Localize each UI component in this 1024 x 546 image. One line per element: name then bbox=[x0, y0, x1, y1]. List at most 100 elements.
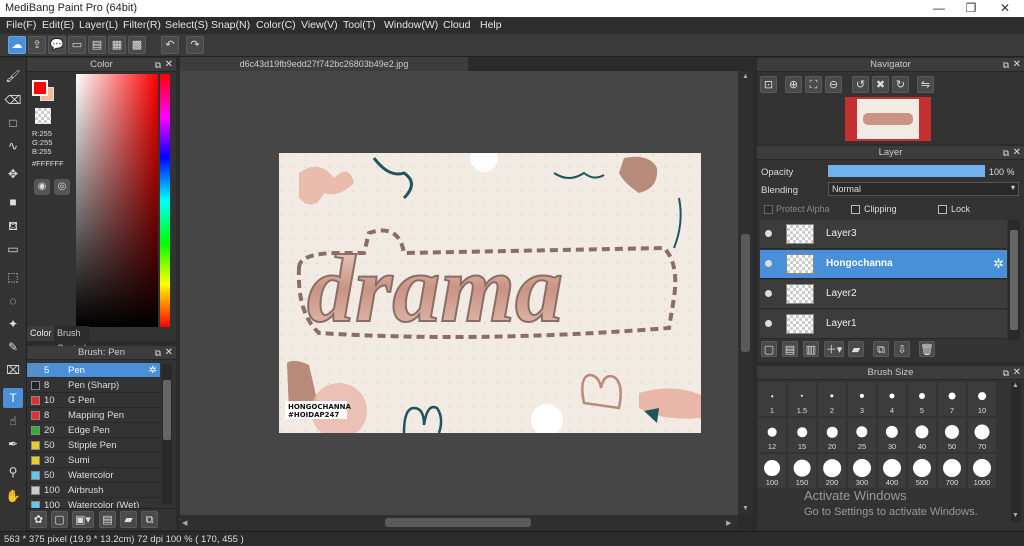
brush-size-scrollbar[interactable]: ▲ ▼ bbox=[1011, 382, 1021, 522]
new-layer-icon[interactable]: ▢ bbox=[761, 341, 777, 357]
eraser-tool-icon[interactable]: ⌫ bbox=[3, 90, 23, 110]
folder-icon[interactable]: ▰ bbox=[120, 511, 137, 528]
delete-layer-icon[interactable]: 🗑 bbox=[919, 341, 935, 357]
brush-size-option[interactable]: 3 bbox=[848, 382, 876, 416]
menu-view[interactable]: View(V) bbox=[301, 19, 338, 31]
gear-icon[interactable]: ✲ bbox=[993, 256, 1004, 272]
scroll-down-icon[interactable]: ▼ bbox=[742, 505, 749, 512]
close-icon[interactable]: ✕ bbox=[1013, 366, 1021, 380]
brush-size-option[interactable]: 70 bbox=[968, 418, 996, 452]
upload-icon[interactable]: ⇪ bbox=[28, 36, 46, 54]
horizontal-scrollbar[interactable]: ◀ ▶ bbox=[180, 515, 738, 530]
zoom-fit-icon[interactable]: ⊡ bbox=[760, 76, 777, 93]
scroll-down-icon[interactable]: ▼ bbox=[1012, 512, 1019, 519]
brush-size-option[interactable]: 25 bbox=[848, 418, 876, 452]
close-icon[interactable]: ✕ bbox=[1013, 146, 1021, 160]
menu-tool[interactable]: Tool(T) bbox=[343, 19, 376, 31]
brush-size-option[interactable]: 1000 bbox=[968, 454, 996, 488]
menu-filter[interactable]: Filter(R) bbox=[123, 19, 161, 31]
scrollbar-thumb[interactable] bbox=[1010, 230, 1018, 330]
merge-layer-icon[interactable]: ⇩ bbox=[894, 341, 910, 357]
lock-checkbox[interactable] bbox=[938, 205, 947, 214]
layer-row[interactable]: Layer3 bbox=[760, 220, 1007, 249]
detach-icon[interactable]: ⧉ bbox=[1003, 58, 1009, 72]
brush-size-option[interactable]: 1 bbox=[758, 382, 786, 416]
gear-icon[interactable]: ✲ bbox=[149, 363, 157, 378]
visibility-icon[interactable] bbox=[765, 320, 772, 327]
scroll-right-icon[interactable]: ▶ bbox=[726, 519, 731, 527]
magic-wand-icon[interactable]: ✦ bbox=[3, 314, 23, 334]
close-icon[interactable]: ✕ bbox=[165, 58, 173, 72]
palette-icon[interactable]: ◉ bbox=[34, 179, 50, 195]
add-layer-menu-icon[interactable]: ＋▾ bbox=[824, 341, 844, 357]
brush-size-option[interactable]: 2 bbox=[818, 382, 846, 416]
select-rect-tool-icon[interactable]: ⬚ bbox=[3, 267, 23, 287]
close-icon[interactable]: ✕ bbox=[1013, 58, 1021, 72]
brush-size-option[interactable]: 1.5 bbox=[788, 382, 816, 416]
transparent-swatch[interactable] bbox=[35, 108, 51, 124]
menu-help[interactable]: Help bbox=[480, 19, 502, 31]
clipping-checkbox[interactable] bbox=[851, 205, 860, 214]
brush-new-icon[interactable]: ▢ bbox=[51, 511, 68, 528]
brush-add-icon[interactable]: ✿ bbox=[30, 511, 47, 528]
rotate-right-icon[interactable]: ↻ bbox=[892, 76, 909, 93]
detach-icon[interactable]: ⧉ bbox=[1003, 366, 1009, 380]
layer-list-scrollbar[interactable] bbox=[1008, 220, 1020, 340]
brush-size-option[interactable]: 100 bbox=[758, 454, 786, 488]
restore-button[interactable]: ❐ bbox=[956, 0, 986, 17]
duplicate-layer-icon[interactable]: ⧉ bbox=[873, 341, 889, 357]
brush-size-option[interactable]: 400 bbox=[878, 454, 906, 488]
pen-curve-tool-icon[interactable]: ∿ bbox=[3, 136, 23, 156]
scroll-left-icon[interactable]: ◀ bbox=[182, 519, 187, 527]
hand-tool-icon[interactable]: ✋ bbox=[3, 486, 23, 506]
bucket-tool-icon[interactable]: ⛾ bbox=[3, 216, 23, 236]
tab-color[interactable]: Color bbox=[27, 326, 55, 341]
horizontal-scroll-thumb[interactable] bbox=[385, 518, 531, 527]
saturation-value-picker[interactable] bbox=[76, 74, 158, 327]
lasso-tool-icon[interactable]: ◌ bbox=[3, 291, 23, 311]
brush-size-option[interactable]: 15 bbox=[788, 418, 816, 452]
brush-item[interactable]: 8 Pen (Sharp) bbox=[27, 378, 160, 393]
cloud-icon[interactable]: ☁ bbox=[8, 36, 26, 54]
visibility-icon[interactable] bbox=[765, 260, 772, 267]
tab-brush-control[interactable]: Brush Control bbox=[54, 326, 90, 353]
new-layer-8bit-icon[interactable]: ▤ bbox=[782, 341, 798, 357]
move-tool-icon[interactable]: ✥ bbox=[3, 164, 23, 184]
brush-size-option[interactable]: 50 bbox=[938, 418, 966, 452]
fill-rect-tool-icon[interactable]: ■ bbox=[3, 192, 23, 212]
vertical-scrollbar[interactable]: ▲ ▼ bbox=[738, 71, 753, 515]
detach-icon[interactable]: ⧉ bbox=[1003, 146, 1009, 160]
brush-menu-icon[interactable]: ▣▾ bbox=[72, 511, 94, 528]
page-icon[interactable]: ▤ bbox=[88, 36, 106, 54]
brush-size-option[interactable]: 7 bbox=[938, 382, 966, 416]
detach-icon[interactable]: ⧉ bbox=[155, 58, 161, 72]
reset-view-icon[interactable]: ✖ bbox=[872, 76, 889, 93]
menu-file[interactable]: File(F) bbox=[6, 19, 36, 31]
undo-icon[interactable]: ↶ bbox=[161, 36, 179, 54]
rectangle-tool-icon[interactable]: □ bbox=[3, 113, 23, 133]
brush-item[interactable]: 100 Airbrush bbox=[27, 483, 160, 498]
menu-color[interactable]: Color(C) bbox=[256, 19, 296, 31]
brush-size-option[interactable]: 20 bbox=[818, 418, 846, 452]
brush-size-option[interactable]: 40 bbox=[908, 418, 936, 452]
rotate-left-icon[interactable]: ↺ bbox=[852, 76, 869, 93]
layer-row[interactable]: Layer1 bbox=[760, 310, 1007, 339]
artwork-canvas[interactable]: drama HONGOCHANNA #HOIDAP247 bbox=[279, 153, 701, 433]
brush-size-option[interactable]: 500 bbox=[908, 454, 936, 488]
scroll-up-icon[interactable]: ▲ bbox=[1012, 382, 1019, 389]
brush-item[interactable]: 5 Pen ✲ bbox=[27, 363, 160, 378]
close-icon[interactable]: ✕ bbox=[165, 346, 173, 360]
brush-item[interactable]: 10 G Pen bbox=[27, 393, 160, 408]
zoom-out-icon[interactable]: ⊖ bbox=[825, 76, 842, 93]
brush-size-option[interactable]: 5 bbox=[908, 382, 936, 416]
brush-item[interactable]: 30 Sumi bbox=[27, 453, 160, 468]
redo-icon[interactable]: ↷ bbox=[186, 36, 204, 54]
select-eraser-icon[interactable]: ⌧ bbox=[3, 360, 23, 380]
brush-list-scrollbar[interactable] bbox=[162, 364, 172, 504]
blending-select[interactable]: Normal ▾ bbox=[828, 182, 1019, 196]
layer-row[interactable]: Layer2 bbox=[760, 280, 1007, 309]
foreground-color-swatch[interactable] bbox=[32, 80, 48, 96]
speech-icon[interactable]: ▭ bbox=[68, 36, 86, 54]
opacity-slider[interactable] bbox=[828, 165, 985, 177]
brush-item[interactable]: 20 Edge Pen bbox=[27, 423, 160, 438]
